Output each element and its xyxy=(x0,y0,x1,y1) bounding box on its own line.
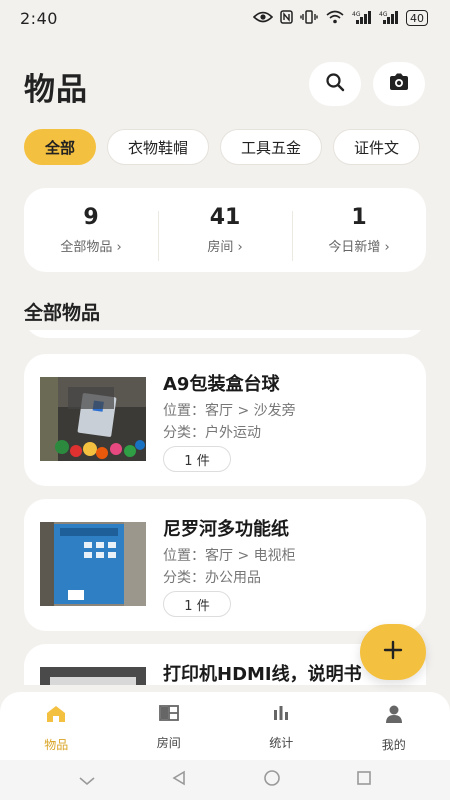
room-icon xyxy=(158,704,180,726)
tab-rooms[interactable]: 房间 xyxy=(113,692,226,760)
item-category: 分类：户外运动 xyxy=(163,425,261,441)
item-title: A9包装盒台球 xyxy=(163,374,280,395)
stat-new-today[interactable]: 1 今日新增 › xyxy=(292,205,426,261)
stat-rooms[interactable]: 41 房间 › xyxy=(158,205,292,261)
tab-profile[interactable]: 我的 xyxy=(338,692,450,760)
back-icon[interactable] xyxy=(171,770,187,790)
stat-label: 今日新增 › xyxy=(328,240,390,255)
status-bar: 2:40 4G 4G 40 xyxy=(0,0,450,36)
chip-documents[interactable]: 证件文 xyxy=(333,129,421,165)
chip-clothing[interactable]: 衣物鞋帽 xyxy=(107,129,210,165)
item-quantity[interactable]: 1 件 xyxy=(163,591,231,617)
tab-items[interactable]: 物品 xyxy=(0,692,113,760)
item-location: 位置：客厅 > 电视柜 xyxy=(163,548,296,564)
camera-button[interactable] xyxy=(373,62,425,106)
user-icon xyxy=(384,704,404,728)
search-icon xyxy=(325,72,345,96)
status-icons: 4G 4G 40 xyxy=(252,9,428,27)
recents-icon[interactable] xyxy=(356,770,372,790)
nfc-icon xyxy=(280,9,293,27)
section-title: 全部物品 xyxy=(24,302,101,324)
home-circle-icon[interactable] xyxy=(263,769,281,791)
battery-indicator: 40 xyxy=(406,10,428,26)
svg-text:4G: 4G xyxy=(379,11,388,18)
chip-all[interactable]: 全部 xyxy=(24,129,97,165)
stat-value: 1 xyxy=(351,205,367,230)
list-item[interactable]: A9包装盒台球 位置：客厅 > 沙发旁 分类：户外运动 1 件 xyxy=(24,354,426,486)
item-location: 位置：客厅 > 沙发旁 xyxy=(163,403,296,419)
tab-label: 房间 xyxy=(156,736,181,750)
plus-icon xyxy=(383,640,403,664)
list-item[interactable]: 尼罗河多功能纸 位置：客厅 > 电视柜 分类：办公用品 1 件 xyxy=(24,499,426,631)
wifi-icon xyxy=(325,10,345,27)
bottom-tab-bar: 物品 房间 统计 我的 xyxy=(0,692,450,760)
category-chips: 全部 衣物鞋帽 工具五金 证件文 xyxy=(24,129,450,167)
stats-card: 9 全部物品 › 41 房间 › 1 今日新增 › xyxy=(24,188,426,272)
status-time: 2:40 xyxy=(20,8,58,28)
chart-icon xyxy=(270,704,292,726)
tab-label: 物品 xyxy=(44,738,69,752)
chip-tools[interactable]: 工具五金 xyxy=(220,129,323,165)
list-item-partial-top[interactable] xyxy=(24,330,426,338)
item-quantity[interactable]: 1 件 xyxy=(163,446,231,472)
item-title: 尼罗河多功能纸 xyxy=(163,519,289,540)
system-nav-bar xyxy=(0,760,450,800)
page-title: 物品 xyxy=(24,72,88,108)
tab-label: 统计 xyxy=(269,736,294,750)
add-item-button[interactable] xyxy=(360,624,426,680)
eye-icon xyxy=(252,11,274,26)
item-photo xyxy=(40,522,146,606)
signal-icon-2: 4G xyxy=(379,10,399,27)
svg-text:4G: 4G xyxy=(352,11,361,18)
tab-label: 我的 xyxy=(381,738,406,752)
item-title: 打印机HDMI线，说明书 xyxy=(163,664,362,685)
stat-label: 全部物品 › xyxy=(60,240,122,255)
item-photo xyxy=(40,667,146,685)
stat-value: 9 xyxy=(83,205,99,230)
stat-label: 房间 › xyxy=(207,240,243,255)
home-icon xyxy=(45,704,67,728)
camera-icon xyxy=(388,72,410,96)
search-button[interactable] xyxy=(309,62,361,106)
tab-stats[interactable]: 统计 xyxy=(225,692,338,760)
signal-icon-1: 4G xyxy=(352,10,372,27)
item-category: 分类：办公用品 xyxy=(163,570,261,586)
item-photo xyxy=(40,377,146,461)
stat-value: 41 xyxy=(209,205,241,230)
chevron-down-icon[interactable] xyxy=(78,771,96,790)
vibrate-icon xyxy=(300,9,318,27)
stat-all-items[interactable]: 9 全部物品 › xyxy=(24,205,158,255)
